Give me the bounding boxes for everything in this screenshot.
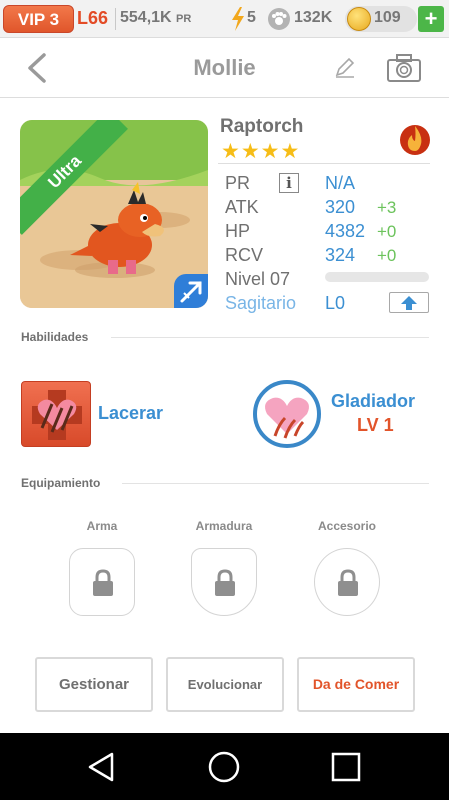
arrow-icon [180, 281, 202, 303]
weapon-slot[interactable] [69, 548, 135, 616]
fire-element-icon [400, 125, 430, 155]
food-value: 132K [294, 9, 333, 26]
abilities-section-label: Habilidades [21, 330, 89, 344]
sign-upgrade-button[interactable] [389, 292, 429, 313]
rarity-stars: ★★★★ [221, 140, 301, 163]
slot-label-weapon: Arma [86, 519, 118, 533]
power-value: 554,1K [120, 9, 172, 26]
species-name: Raptorch [220, 116, 304, 137]
stat-value-hp: 4382 [325, 221, 366, 241]
pencil-icon[interactable] [333, 56, 357, 80]
skill-name[interactable]: Lacerar [98, 403, 163, 424]
slot-label-accessory: Accesorio [317, 519, 377, 533]
section-divider [122, 483, 429, 484]
lacerar-skill-icon[interactable] [21, 381, 91, 447]
sign-level: L0 [325, 293, 346, 313]
slot-label-armor: Armadura [195, 519, 253, 533]
class-badge [174, 274, 208, 308]
stat-value-pr: N/A [325, 173, 356, 193]
accessory-slot[interactable] [314, 548, 380, 616]
status-bar: VIP 3 L66 554,1K PR 5 132K 109 + [0, 0, 449, 38]
energy-value: 5 [247, 9, 256, 26]
armor-slot[interactable] [191, 548, 257, 616]
page-title: Mollie [193, 55, 256, 80]
stat-label-rcv: RCV [225, 245, 264, 265]
info-icon[interactable]: i [279, 173, 299, 193]
stat-label-pr: PR [225, 173, 251, 193]
stat-label-hp: HP [225, 221, 251, 241]
zodiac-sign[interactable]: Sagitario [225, 293, 296, 314]
gladiador-passive-icon[interactable] [253, 380, 321, 448]
header: Mollie [0, 38, 449, 98]
system-navigation-bar [0, 733, 449, 800]
coin-icon [347, 7, 371, 31]
lightning-icon [232, 7, 244, 31]
arrow-up-icon [401, 296, 417, 310]
vip-badge[interactable]: VIP 3 [3, 5, 74, 33]
xp-progress-bar [325, 272, 429, 282]
stat-value-rcv: 324 [325, 245, 356, 265]
camera-icon[interactable] [386, 53, 422, 83]
equipment-section-label: Equipamiento [21, 476, 101, 490]
level-label: Nivel 07 [225, 269, 291, 289]
divider [115, 8, 116, 30]
power-unit: PR [176, 13, 192, 25]
stat-value-atk: 320 [325, 197, 356, 217]
recents-square-icon[interactable] [330, 751, 362, 783]
claw-heart-icon [32, 390, 82, 440]
stat-label-atk: ATK [225, 197, 259, 217]
coins-value: 109 [374, 9, 401, 26]
passive-level: LV 1 [357, 415, 394, 435]
section-divider [111, 337, 429, 338]
passive-name[interactable]: Gladiador [331, 391, 415, 412]
back-triangle-icon[interactable] [86, 751, 118, 783]
divider [218, 163, 430, 164]
power-readout: 554,1K PR [120, 9, 191, 27]
lock-icon [338, 569, 358, 596]
paw-icon [268, 8, 290, 30]
stat-bonus-rcv: +0 [377, 246, 397, 265]
monster-portrait[interactable]: Ultra [20, 120, 208, 308]
manage-button[interactable]: Gestionar [35, 657, 153, 712]
home-circle-icon[interactable] [207, 750, 241, 784]
lock-icon [215, 569, 235, 596]
player-level: L66 [77, 8, 109, 28]
heart-claw-icon [265, 397, 309, 439]
stat-bonus-hp: +0 [377, 222, 397, 241]
stat-bonus-atk: +3 [377, 198, 397, 217]
evolve-button[interactable]: Evolucionar [166, 657, 284, 712]
lock-icon [93, 569, 113, 596]
feed-button[interactable]: Da de Comer [297, 657, 415, 712]
add-coins-button[interactable]: + [418, 6, 444, 32]
